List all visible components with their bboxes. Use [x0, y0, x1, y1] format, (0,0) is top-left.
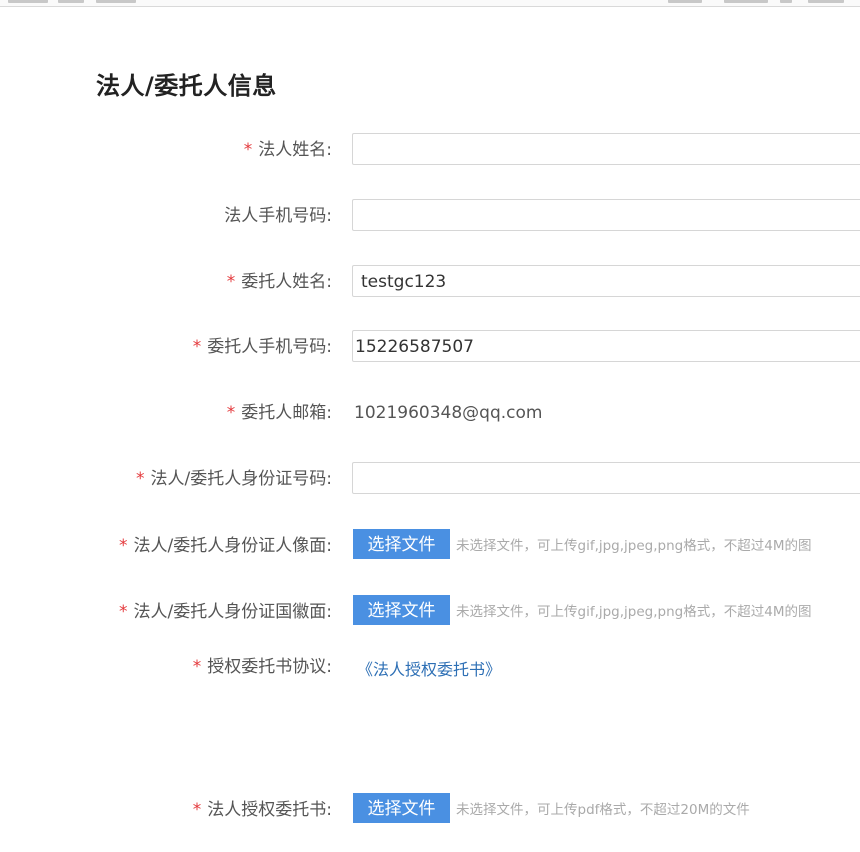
agent-name-label: * 委托人姓名: [226, 272, 332, 292]
id-front-label: * 法人/委托人身份证人像面: [119, 536, 332, 556]
id-back-choose-file-button[interactable]: 选择文件 [353, 595, 450, 625]
required-mark: * [136, 469, 145, 489]
browser-toolbar-edge [0, 0, 860, 7]
legal-phone-label: 法人手机号码: [224, 206, 332, 226]
id-front-choose-file-button[interactable]: 选择文件 [353, 529, 450, 559]
section-title: 法人/委托人信息 [96, 72, 277, 100]
legal-phone-row: 法人手机号码: [0, 199, 860, 233]
authorization-letter-label: * 法人授权委托书: [192, 800, 332, 820]
legal-name-label: * 法人姓名: [243, 140, 332, 160]
agent-phone-row: * 委托人手机号码: 15226587507 [0, 330, 860, 364]
agreement-label: * 授权委托书协议: [192, 657, 332, 677]
authorization-letter-choose-file-button[interactable]: 选择文件 [353, 793, 450, 823]
authorization-letter-file-hint: 未选择文件，可上传pdf格式，不超过20M的文件 [456, 802, 750, 818]
legal-phone-input[interactable] [352, 199, 860, 231]
id-front-file-hint: 未选择文件，可上传gif,jpg,jpeg,png格式，不超过4M的图 [456, 538, 812, 554]
agreement-document-link[interactable]: 《法人授权委托书》 [357, 660, 501, 680]
required-mark: * [192, 657, 202, 677]
id-back-file-hint: 未选择文件，可上传gif,jpg,jpeg,png格式，不超过4M的图 [456, 604, 812, 620]
required-mark: * [226, 403, 236, 423]
id-back-row: * 法人/委托人身份证国徽面: 选择文件 未选择文件，可上传gif,jpg,jpe… [0, 595, 860, 629]
authorization-letter-row: * 法人授权委托书: 选择文件 未选择文件，可上传pdf格式，不超过20M的文件 [0, 793, 860, 827]
id-number-input[interactable] [352, 462, 860, 494]
required-mark: * [226, 272, 236, 292]
agent-email-label: * 委托人邮箱: [226, 403, 332, 423]
agent-phone-input[interactable]: 15226587507 [352, 330, 860, 362]
id-number-label: * 法人/委托人身份证号码: [136, 469, 332, 489]
agent-name-row: * 委托人姓名: testgc123 [0, 265, 860, 299]
agent-email-value: 1021960348@qq.com [354, 403, 543, 423]
required-mark: * [243, 140, 253, 160]
agreement-row: * 授权委托书协议: 《法人授权委托书》 [0, 650, 860, 684]
agent-email-row: * 委托人邮箱: 1021960348@qq.com [0, 396, 860, 430]
id-number-row: * 法人/委托人身份证号码: [0, 462, 860, 496]
required-mark: * [192, 800, 202, 820]
legal-name-row: * 法人姓名: [0, 133, 860, 167]
agent-phone-label: * 委托人手机号码: [192, 337, 332, 357]
required-mark: * [192, 337, 202, 357]
id-front-row: * 法人/委托人身份证人像面: 选择文件 未选择文件，可上传gif,jpg,jpe… [0, 529, 860, 563]
legal-name-input[interactable] [352, 133, 860, 165]
id-back-label: * 法人/委托人身份证国徽面: [119, 602, 332, 622]
agent-name-input[interactable]: testgc123 [352, 265, 860, 297]
required-mark: * [119, 536, 128, 556]
required-mark: * [119, 602, 128, 622]
